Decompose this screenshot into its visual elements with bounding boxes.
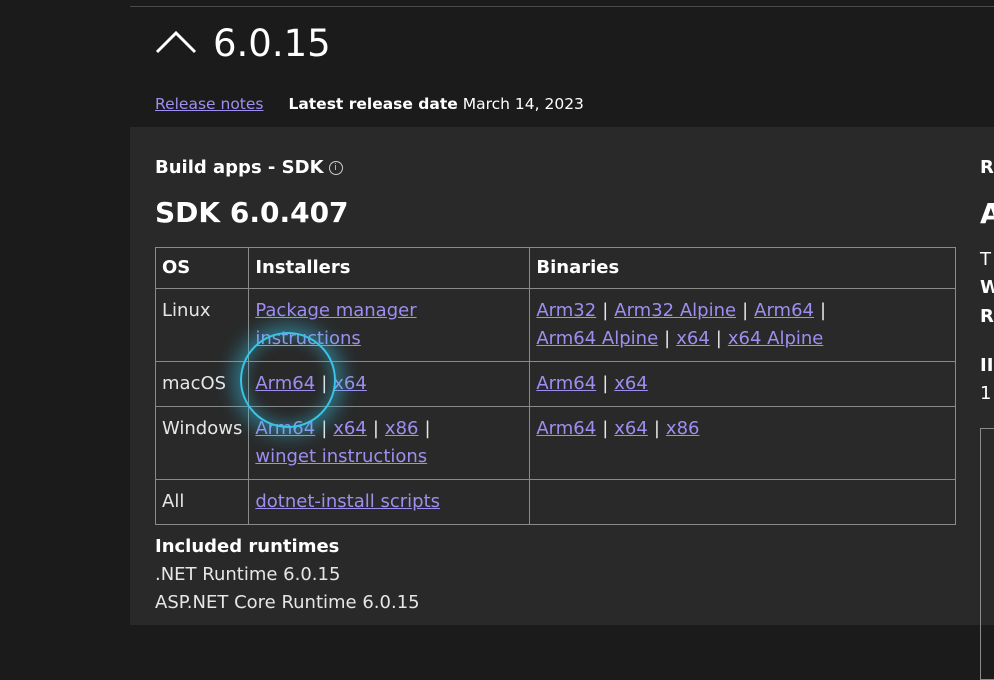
separator: | — [653, 418, 660, 439]
table-row: All dotnet-install scripts — [154, 479, 957, 525]
installers-cell: Arm64 | x64 — [248, 361, 531, 407]
cut-table — [980, 428, 994, 680]
separator: | — [715, 328, 722, 349]
divider — [130, 6, 994, 7]
latest-release-label: Latest release date — [288, 95, 458, 113]
installer-link-x64[interactable]: x64 — [333, 373, 367, 394]
binary-link-arm64[interactable]: Arm64 — [536, 418, 596, 439]
separator: | — [664, 328, 671, 349]
release-notes-link[interactable]: Release notes — [155, 95, 264, 113]
latest-release-date: March 14, 2023 — [462, 95, 584, 113]
binaries-cell: Arm32 | Arm32 Alpine | Arm64 | Arm64 Alpine | x… — [529, 288, 957, 362]
cut-text: W — [980, 277, 994, 298]
separator: | — [602, 300, 609, 321]
binary-link-x64[interactable]: x64 — [676, 328, 710, 349]
separator: | — [424, 418, 431, 439]
list-item: .NET Runtime 6.0.15 — [155, 564, 341, 585]
column-header-binaries: Binaries — [529, 247, 957, 289]
installer-link-x86[interactable]: x86 — [385, 418, 419, 439]
downloads-table: OS Installers Binaries Linux Package man… — [154, 247, 957, 525]
separator: | — [602, 418, 609, 439]
binary-link-arm64[interactable]: Arm64 — [754, 300, 814, 321]
installer-link-arm64[interactable]: Arm64 — [255, 373, 315, 394]
separator: | — [742, 300, 749, 321]
binary-link-x64-alpine[interactable]: x64 Alpine — [728, 328, 824, 349]
left-margin — [0, 0, 130, 625]
table-header-row: OS Installers Binaries — [154, 247, 957, 289]
cut-text: 1 — [980, 383, 992, 404]
binary-link-x64[interactable]: x64 — [614, 373, 648, 394]
separator: | — [372, 418, 379, 439]
installers-cell: Package manager instructions — [248, 288, 531, 362]
section-title-text: Build apps - SDK — [155, 157, 324, 178]
release-info-row: Release notes Latest release date March … — [155, 95, 584, 113]
column-header-installers: Installers — [248, 247, 531, 289]
chevron-up-icon[interactable] — [155, 30, 197, 54]
os-cell: macOS — [154, 361, 250, 407]
cut-text: R — [980, 306, 994, 327]
cut-heading: R — [980, 157, 994, 178]
info-icon[interactable]: i — [328, 161, 343, 175]
installer-link-arm64[interactable]: Arm64 — [255, 418, 315, 439]
os-cell: Linux — [154, 288, 250, 362]
sdk-title: SDK 6.0.407 — [155, 196, 349, 229]
separator: | — [819, 300, 827, 321]
table-row: Linux Package manager instructions Arm32… — [154, 288, 957, 362]
table-row: Windows Arm64 | x64 | x86 | winget instructio… — [154, 406, 957, 480]
winget-instructions-link[interactable]: winget instructions — [255, 446, 427, 467]
column-header-os: OS — [154, 247, 250, 289]
package-manager-link[interactable]: Package manager instructions — [255, 300, 416, 349]
version-title: 6.0.15 — [213, 22, 331, 65]
binaries-cell: Arm64 | x64 | x86 — [529, 406, 957, 480]
installers-cell: dotnet-install scripts — [248, 479, 531, 525]
table-row: macOS Arm64 | x64 Arm64 | x64 — [154, 361, 957, 407]
separator: | — [602, 373, 609, 394]
installers-cell: Arm64 | x64 | x86 | winget instructions — [248, 406, 531, 480]
binary-link-arm32-alpine[interactable]: Arm32 Alpine — [614, 300, 736, 321]
binary-link-arm32[interactable]: Arm32 — [536, 300, 596, 321]
cut-text: T — [980, 249, 991, 270]
separator: | — [321, 373, 328, 394]
binary-link-arm64[interactable]: Arm64 — [536, 373, 596, 394]
binary-link-arm64-alpine[interactable]: Arm64 Alpine — [536, 328, 658, 349]
included-runtimes-heading: Included runtimes — [155, 536, 340, 557]
binary-link-x86[interactable]: x86 — [666, 418, 700, 439]
dotnet-install-scripts-link[interactable]: dotnet-install scripts — [255, 491, 440, 512]
included-runtimes: Included runtimes .NET Runtime 6.0.15 AS… — [155, 533, 420, 617]
separator: | — [321, 418, 328, 439]
cut-text: II — [980, 355, 994, 376]
os-cell: Windows — [154, 406, 250, 480]
binaries-cell: Arm64 | x64 — [529, 361, 957, 407]
section-title: Build apps - SDK i — [155, 157, 343, 178]
list-item: ASP.NET Core Runtime 6.0.15 — [155, 592, 420, 613]
os-cell: All — [154, 479, 250, 525]
binaries-cell — [529, 479, 957, 525]
installer-link-x64[interactable]: x64 — [333, 418, 367, 439]
binary-link-x64[interactable]: x64 — [614, 418, 648, 439]
cut-title: A — [980, 197, 994, 230]
